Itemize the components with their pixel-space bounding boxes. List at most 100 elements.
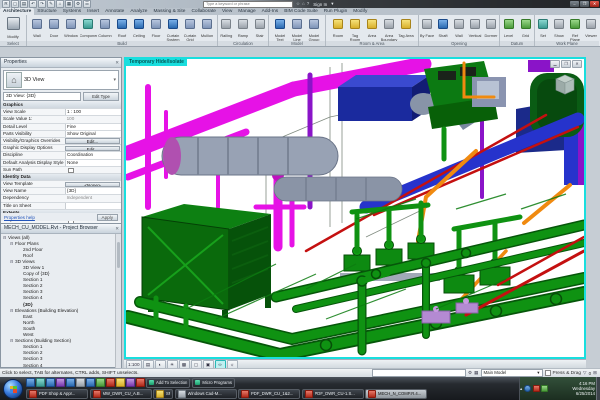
quick-launch-icon[interactable]	[86, 378, 95, 387]
qat-icon[interactable]: ▦	[65, 0, 73, 8]
viewcube[interactable]	[552, 71, 578, 98]
ribbon-tab[interactable]: Annotate	[102, 8, 127, 15]
sign-in-arrow-icon[interactable]: ▾	[331, 1, 333, 7]
infocenter-icon[interactable]: ⌂	[302, 1, 305, 7]
quick-launch-icon[interactable]	[76, 378, 85, 387]
qat-icon[interactable]: ⌂	[56, 0, 64, 8]
view-window-button[interactable]: ❐	[561, 60, 571, 68]
ribbon-tab[interactable]: Insert	[84, 8, 102, 15]
taskbar-window-button[interactable]: SP	[153, 389, 173, 399]
ribbon-button[interactable]: Model Group	[306, 16, 323, 42]
quick-launch-icon[interactable]	[106, 378, 115, 387]
browser-scrollbar[interactable]	[115, 234, 121, 368]
property-row[interactable]: Dependency Independent	[1, 195, 121, 202]
ribbon-tab[interactable]: Architecture	[0, 8, 34, 15]
show-desktop-button[interactable]	[596, 377, 600, 400]
ribbon-button[interactable]: Railing	[218, 16, 235, 42]
ribbon-button[interactable]: Tag Room	[347, 16, 364, 42]
qat-icon[interactable]: ▤	[20, 0, 28, 8]
property-value[interactable]: Show Original	[65, 131, 121, 137]
ribbon-button[interactable]: Vertical	[467, 16, 483, 42]
tray-icon[interactable]	[541, 385, 548, 392]
ribbon-button[interactable]: Area Boundary	[381, 16, 398, 42]
ribbon-button[interactable]: Area	[364, 16, 381, 42]
type-selector-arrow-icon[interactable]: ▾	[113, 77, 116, 83]
property-row[interactable]: Parts Visibility Show Original	[1, 131, 121, 138]
ribbon-button[interactable]: Component	[80, 16, 97, 42]
ribbon-tab[interactable]: Add-Ins	[259, 8, 282, 15]
view-window-button[interactable]: ✕	[572, 60, 582, 68]
ribbon-button[interactable]: Model Text	[272, 16, 289, 42]
ribbon-button[interactable]: By Face	[419, 16, 435, 42]
property-row[interactable]: Graphics	[1, 102, 121, 109]
quick-launch-icon[interactable]	[26, 378, 35, 387]
taskbar-window-button[interactable]: PDF_DWR_CU-1.S...	[302, 389, 364, 399]
ribbon-tab[interactable]: Massing & Site	[150, 8, 188, 15]
property-value[interactable]: {3D}	[65, 188, 121, 194]
quick-launch-icon[interactable]	[46, 378, 55, 387]
quick-launch-icon[interactable]	[136, 378, 145, 387]
property-row[interactable]: Visibility/Graphics Overrides Edit...	[1, 138, 121, 145]
ribbon-tab[interactable]: Analyze	[127, 8, 150, 15]
properties-help-link[interactable]: Properties help	[4, 215, 35, 220]
quick-launch-icon[interactable]	[96, 378, 105, 387]
qat-icon[interactable]: ⚙	[74, 0, 82, 8]
edit-type-button[interactable]: Edit Type	[83, 92, 119, 101]
ribbon-button[interactable]: Window	[63, 16, 80, 42]
ribbon-tab[interactable]: View	[219, 8, 235, 15]
temporary-hide-isolate-badge[interactable]: Temporary Hide/Isolate	[126, 59, 187, 66]
property-row[interactable]: Default Analysis Display Style None	[1, 160, 121, 167]
ribbon-button[interactable]: Curtain Grid	[182, 16, 199, 42]
ribbon-button[interactable]: Door	[46, 16, 63, 42]
property-value[interactable]	[66, 102, 121, 108]
ribbon-button[interactable]: Wall	[451, 16, 467, 42]
ribbon-button[interactable]: Show	[551, 16, 567, 42]
property-value[interactable]	[65, 203, 121, 209]
quick-launch-icon[interactable]	[36, 378, 45, 387]
property-value[interactable]: Fine	[65, 124, 121, 130]
heat-exchanger[interactable]	[162, 137, 402, 201]
property-value[interactable]: Edit...	[65, 138, 120, 143]
qat-icon[interactable]: ↶	[29, 0, 37, 8]
property-row[interactable]: Graphic Display Options Edit...	[1, 145, 121, 152]
maximize-button[interactable]: ❐	[580, 1, 589, 7]
property-value[interactable]: None	[65, 160, 121, 166]
qat-icon[interactable]: ☰	[83, 0, 91, 8]
chiller-unit[interactable]	[424, 61, 498, 159]
property-value[interactable]: <None>	[65, 182, 120, 187]
property-row[interactable]: Scale Value 1: 100	[1, 116, 121, 123]
properties-close-icon[interactable]: ✕	[115, 58, 119, 67]
quick-launch-icon[interactable]	[56, 378, 65, 387]
taskbar-window-button[interactable]: Windows Cad-M...	[175, 389, 237, 399]
minimize-button[interactable]: –	[570, 1, 579, 7]
design-option-dropdown[interactable]: Main Model▾	[481, 369, 543, 378]
property-value[interactable]: Coordination	[65, 152, 121, 158]
property-value[interactable]	[66, 167, 121, 173]
ribbon-tab[interactable]: Systems	[60, 8, 84, 15]
ribbon-tab[interactable]: Modify	[350, 8, 370, 15]
taskbar-window-button[interactable]: MW_DWR_CU_A.B...	[90, 389, 152, 399]
apply-button[interactable]: Apply	[97, 214, 119, 221]
property-row[interactable]: Discipline Coordination	[1, 152, 121, 159]
project-browser-close-icon[interactable]: ✕	[115, 224, 119, 233]
ribbon-button[interactable]: Ceiling	[131, 16, 148, 42]
ribbon-tab[interactable]: Collaborate	[188, 8, 219, 15]
worksets-icon[interactable]: ⚙	[468, 370, 472, 376]
ribbon-tab[interactable]: Structure	[34, 8, 59, 15]
qat-icon[interactable]: R	[2, 0, 10, 8]
ribbon-button[interactable]: Set	[535, 16, 551, 42]
qat-icon[interactable]: ↷	[38, 0, 46, 8]
infocenter-icon[interactable]: ?	[307, 1, 310, 7]
infocenter-search-input[interactable]	[203, 1, 293, 8]
taskbar-window-button[interactable]: MECH_N_COMP.R.4...	[365, 389, 427, 399]
quick-launch-icon[interactable]	[66, 378, 75, 387]
design-options-icon[interactable]: ▦	[474, 370, 478, 376]
filter-icon[interactable]: ▽	[583, 370, 587, 376]
start-button[interactable]	[3, 379, 23, 399]
filter-dropdown[interactable]: 3D View: {3D}	[3, 92, 81, 101]
taskbar-toolbar-button[interactable]: Add To Selection	[146, 378, 190, 388]
ribbon-button[interactable]: Stair	[251, 16, 268, 42]
infocenter-icon[interactable]: ☆	[296, 1, 300, 7]
ribbon-button[interactable]: Ramp	[235, 16, 252, 42]
property-row[interactable]: View Scale 1 : 100	[1, 109, 121, 116]
